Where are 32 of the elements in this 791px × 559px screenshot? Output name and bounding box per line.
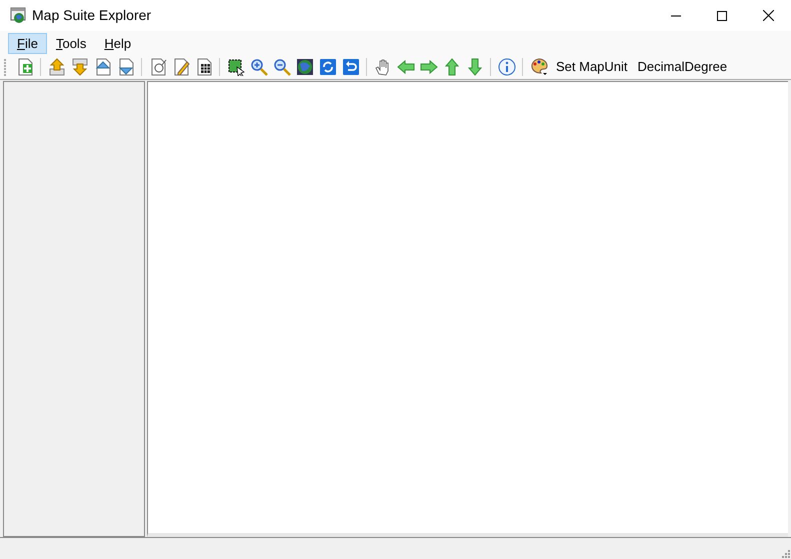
menu-item[interactable]: File — [8, 32, 47, 54]
arrow-left-icon — [396, 58, 414, 76]
move-up-icon — [48, 58, 66, 76]
grid-document-icon — [194, 58, 212, 76]
arrow-up-icon — [442, 58, 460, 76]
hand-icon — [374, 58, 392, 76]
menu-item[interactable]: Help — [95, 32, 140, 54]
map-unit-label: DecimalDegree — [638, 58, 728, 76]
select-area-icon — [226, 58, 244, 76]
menu-item[interactable]: Tools — [46, 32, 96, 54]
app-icon — [10, 7, 27, 24]
zoom-out-icon — [272, 58, 290, 76]
pencil-document-icon — [172, 58, 190, 76]
move-to-top-icon — [94, 58, 112, 76]
arrow-down-icon — [466, 58, 484, 76]
document-magnifier-icon — [148, 58, 166, 76]
arrow-right-icon — [420, 58, 438, 76]
zoom-in-icon — [250, 58, 268, 76]
move-to-bottom-icon — [116, 58, 134, 76]
set-map-unit-button[interactable]: Set MapUnit — [554, 57, 630, 77]
resize-grip-icon[interactable] — [780, 548, 790, 558]
move-down-icon — [70, 58, 88, 76]
add-layer-icon — [16, 58, 34, 76]
window-title: Map Suite Explorer — [32, 6, 152, 25]
refresh-icon — [318, 58, 336, 76]
undo-icon — [342, 58, 360, 76]
palette-icon — [530, 58, 548, 76]
toolbar-grip-icon[interactable] — [4, 58, 7, 76]
close-icon — [762, 10, 774, 21]
info-icon — [498, 58, 516, 76]
maximize-icon — [717, 10, 727, 20]
globe-icon — [296, 58, 314, 76]
